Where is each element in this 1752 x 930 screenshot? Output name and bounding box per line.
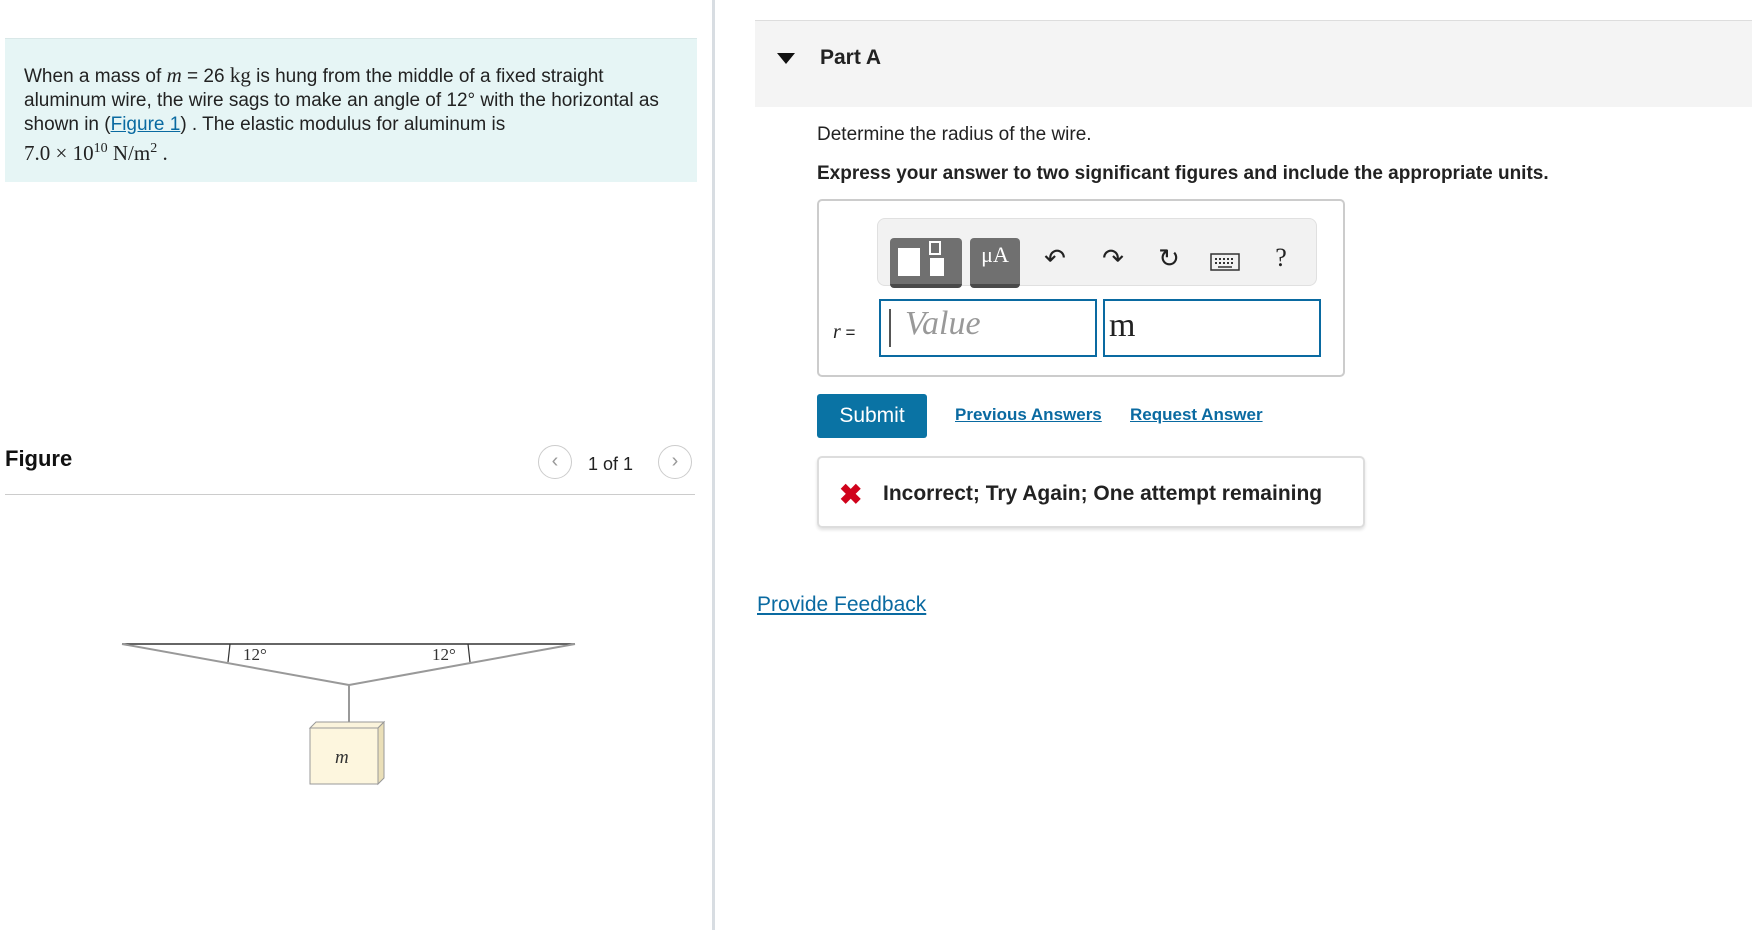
right-panel: Part A Determine the radius of the wire.…: [715, 0, 1752, 930]
mass-block-side: [377, 720, 385, 786]
submit-button[interactable]: Submit: [817, 394, 927, 438]
value-input[interactable]: Value: [879, 299, 1097, 357]
figure-header: Figure ‹ 1 of 1 ›: [5, 436, 695, 495]
unit-input[interactable]: m: [1103, 299, 1321, 357]
modulus-end: .: [157, 141, 168, 165]
feedback-message: Incorrect; Try Again; One attempt remain…: [883, 482, 1323, 505]
modulus-base: 7.0 × 10: [24, 141, 94, 165]
part-a-header[interactable]: Part A: [755, 20, 1752, 107]
wire-mass-figure: 12° 12° m: [121, 643, 576, 786]
help-button[interactable]: ?: [1264, 243, 1298, 273]
figure-count: 1 of 1: [588, 454, 634, 474]
figure-title: Figure: [5, 446, 73, 471]
undo-icon: ↶: [1044, 243, 1066, 273]
angle-label-right: 12°: [432, 645, 456, 664]
figure-link[interactable]: Figure 1: [111, 114, 181, 135]
units-button[interactable]: μA: [970, 238, 1020, 288]
chevron-left-icon: ‹: [551, 450, 559, 472]
templates-button[interactable]: [890, 238, 962, 288]
left-panel: When a mass of m = 26 kg is hung from th…: [0, 0, 712, 930]
reset-icon: ↻: [1158, 243, 1180, 273]
wire-right: [348, 643, 576, 686]
prev-figure-button[interactable]: ‹: [538, 445, 572, 479]
answer-equals: =: [840, 323, 856, 342]
redo-icon: ↷: [1102, 243, 1124, 273]
angle-arc-left: [227, 643, 231, 663]
instruction-text: Express your answer to two significant f…: [817, 163, 1549, 184]
keyboard-icon: [1210, 253, 1240, 271]
problem-mass-value: = 26: [181, 66, 230, 87]
text-caret: [889, 309, 891, 347]
undo-button[interactable]: ↶: [1038, 243, 1072, 274]
next-figure-button[interactable]: ›: [658, 445, 692, 479]
modulus-exponent: 10: [93, 141, 108, 156]
answer-box: μA ↶ ↷ ↻ ? r = Value m: [817, 199, 1345, 377]
angle-label-left: 12°: [243, 645, 267, 664]
request-answer-link[interactable]: Request Answer: [1130, 405, 1263, 425]
answer-variable: r: [833, 321, 841, 343]
value-placeholder: Value: [905, 305, 981, 342]
mass-block-top: [308, 721, 386, 729]
problem-text-1: When a mass of: [24, 66, 167, 87]
templates-icon: [898, 241, 944, 276]
wire-left: [121, 643, 350, 686]
problem-text-3: ) . The elastic modulus for aluminum is: [180, 114, 506, 135]
mass-variable: m: [166, 63, 182, 87]
answer-variable-label: r =: [833, 321, 855, 344]
x-icon: ✖: [839, 479, 863, 510]
previous-answers-link[interactable]: Previous Answers: [955, 405, 1102, 425]
mass-unit: kg: [229, 63, 251, 87]
redo-button[interactable]: ↷: [1096, 243, 1130, 274]
provide-feedback-link[interactable]: Provide Feedback: [757, 593, 926, 617]
keyboard-button[interactable]: [1208, 247, 1242, 278]
angle-arc-right: [467, 643, 471, 663]
problem-statement: When a mass of m = 26 kg is hung from th…: [5, 38, 697, 182]
chevron-right-icon: ›: [671, 450, 679, 472]
modulus-unit: N/m: [107, 141, 151, 165]
reset-button[interactable]: ↻: [1152, 243, 1186, 274]
question-text: Determine the radius of the wire.: [817, 124, 1092, 145]
collapse-triangle-icon[interactable]: [777, 53, 795, 64]
part-title: Part A: [820, 46, 882, 69]
math-toolbar: μA ↶ ↷ ↻ ?: [877, 218, 1317, 288]
feedback-box: ✖ Incorrect; Try Again; One attempt rema…: [817, 456, 1365, 528]
modulus-value: 7.0 × 1010 N/m2 .: [24, 141, 168, 165]
mass-label: m: [335, 747, 349, 768]
